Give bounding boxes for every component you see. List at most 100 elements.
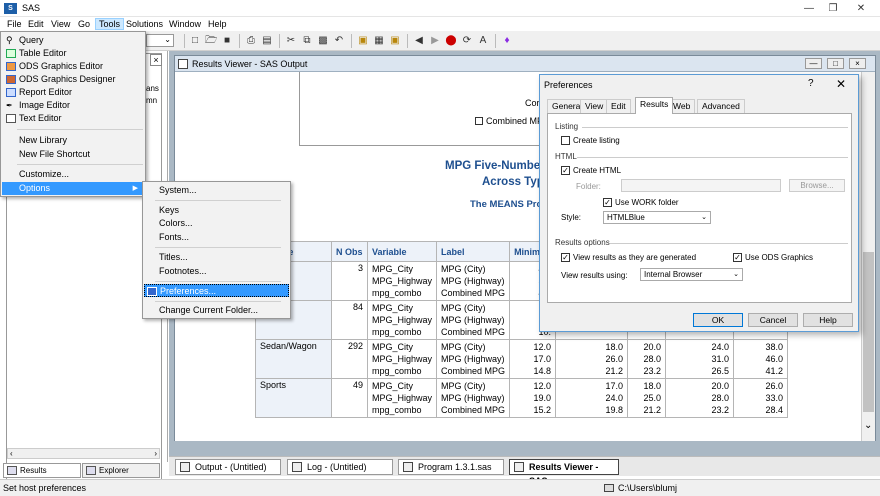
menu-item-new-library[interactable]: New Library [2, 134, 144, 147]
dialog-close-icon[interactable]: ✕ [836, 77, 846, 91]
label-cell-value: MPG (City) [441, 303, 486, 313]
results-viewer-title: Results Viewer - SAS Output [192, 59, 308, 69]
menu-item-options[interactable]: Options ▶ [2, 182, 144, 195]
label-cell-value: MPG (City) [441, 381, 486, 391]
menu-item-customize[interactable]: Customize... [2, 168, 144, 181]
view-results-generated-checkbox[interactable]: ✓ View results as they are generated [561, 253, 696, 263]
current-folder[interactable]: C:\Users\blumj [604, 483, 677, 493]
tab-explorer[interactable]: Explorer [82, 463, 160, 478]
minimum-cell-value: 15.2 [533, 405, 552, 415]
cut-icon[interactable]: ✂ [285, 35, 297, 47]
rv-maximize-icon[interactable]: □ [827, 58, 844, 69]
checkbox-box [561, 136, 570, 145]
menu-separator [17, 129, 143, 130]
tab-advanced[interactable]: Advanced [697, 99, 745, 113]
menu-item-query[interactable]: ⚲ Query [2, 34, 144, 47]
menu-item-colors[interactable]: Colors... [144, 217, 289, 230]
new-icon[interactable]: □ [189, 35, 201, 47]
close-pane-icon[interactable]: × [150, 54, 162, 66]
forward-icon[interactable]: ▶ [429, 35, 441, 47]
chevron-down-icon[interactable]: ⌄ [164, 35, 171, 44]
cancel-button[interactable]: Cancel [748, 313, 798, 327]
task-log[interactable]: Log - (Untitled) [287, 459, 393, 475]
ok-button[interactable]: OK [693, 313, 743, 327]
menu-solutions[interactable]: Solutions [123, 18, 166, 30]
tab-results[interactable]: Results [3, 463, 81, 478]
menu-item-system[interactable]: System... [144, 184, 289, 197]
tab-view[interactable]: View [580, 99, 609, 113]
menu-item-label: New Library [19, 135, 68, 145]
view-results-using-value: Internal Browser [644, 270, 703, 279]
menu-item-image-editor[interactable]: ✒ Image Editor [2, 99, 144, 112]
style-select[interactable]: HTMLBlue ⌄ [603, 211, 711, 224]
dialog-help-icon[interactable]: ? [808, 78, 814, 89]
restore-icon[interactable]: ❐ [824, 2, 842, 15]
scroll-thumb[interactable] [863, 252, 874, 412]
task-log-label: Log - (Untitled) [307, 462, 367, 472]
task-program[interactable]: Program 1.3.1.sas [398, 459, 504, 475]
browse-button[interactable]: Browse... [789, 179, 845, 192]
menu-view[interactable]: View [48, 18, 73, 30]
results-viewer-titlebar[interactable]: Results Viewer - SAS Output — □ × [175, 56, 875, 72]
task-results-viewer[interactable]: Results Viewer - SAS ... [509, 459, 619, 486]
variable-cell-value: mpg_combo [372, 366, 422, 376]
explorer-icon[interactable]: ▦ [373, 35, 385, 47]
checkmark-icon: ✓ [733, 253, 742, 262]
stop-icon[interactable]: ⬤ [445, 35, 457, 47]
back-icon[interactable]: ◀ [413, 35, 425, 47]
menu-tools[interactable]: Tools [95, 18, 125, 30]
tab-edit[interactable]: Edit [606, 99, 631, 113]
menu-item-text-editor[interactable]: Text Editor [2, 112, 144, 125]
task-output[interactable]: Output - (Untitled) [175, 459, 281, 475]
use-work-folder-checkbox[interactable]: ✓ Use WORK folder [603, 198, 679, 208]
scroll-left-icon[interactable]: ‹ [10, 449, 13, 458]
create-html-checkbox[interactable]: ✓ Create HTML [561, 166, 621, 176]
menu-item-table-editor[interactable]: Table Editor [2, 47, 144, 60]
open-icon[interactable]: 🗁 [205, 35, 217, 47]
horizontal-scrollbar[interactable]: ‹ › [7, 448, 160, 459]
stat-cell-value: 24.0 [605, 393, 624, 403]
font-icon[interactable]: A [477, 35, 489, 47]
menu-item-preferences[interactable]: Preferences... [144, 284, 289, 297]
menu-file[interactable]: File [4, 18, 25, 30]
refresh-icon[interactable]: ⟳ [461, 35, 473, 47]
help-button[interactable]: Help [803, 313, 853, 327]
menu-item-ods-graphics-designer[interactable]: ODS Graphics Designer [2, 73, 144, 86]
menu-item-ods-graphics-editor[interactable]: ODS Graphics Editor [2, 60, 144, 73]
paste-icon[interactable]: ▩ [317, 35, 329, 47]
folder-input[interactable] [621, 179, 781, 192]
menu-help[interactable]: Help [205, 18, 230, 30]
menu-edit[interactable]: Edit [25, 18, 47, 30]
menu-item-footnotes[interactable]: Footnotes... [144, 265, 289, 278]
copy-icon[interactable]: ⧉ [301, 35, 313, 47]
use-ods-graphics-checkbox[interactable]: ✓ Use ODS Graphics [733, 253, 813, 263]
menu-item-titles[interactable]: Titles... [144, 251, 289, 264]
minimize-icon[interactable]: — [800, 2, 818, 15]
menu-go[interactable]: Go [75, 18, 93, 30]
scroll-right-icon[interactable]: › [154, 449, 157, 458]
menu-item-new-file-shortcut[interactable]: New File Shortcut [2, 148, 144, 161]
vertical-scrollbar[interactable]: ⌄ [861, 72, 875, 441]
print-preview-icon[interactable]: ▤ [261, 35, 273, 47]
tab-results[interactable]: Results [635, 97, 674, 114]
scroll-down-icon[interactable]: ⌄ [864, 420, 872, 431]
rv-minimize-icon[interactable]: — [805, 58, 822, 69]
menu-item-fonts[interactable]: Fonts... [144, 231, 289, 244]
print-icon[interactable]: ⎙ [245, 35, 257, 47]
create-listing-checkbox[interactable]: Create listing [561, 136, 620, 146]
menu-item-change-current-folder[interactable]: Change Current Folder... [144, 304, 289, 317]
library-icon[interactable]: ▣ [357, 35, 369, 47]
command-box[interactable]: ⌄ [146, 34, 174, 47]
stat-cell-value: 41.2 [765, 366, 784, 376]
menu-item-label: Titles... [159, 252, 188, 262]
menu-window[interactable]: Window [166, 18, 204, 30]
rv-close-icon[interactable]: × [849, 58, 866, 69]
view-results-using-select[interactable]: Internal Browser ⌄ [640, 268, 743, 281]
menu-item-keys[interactable]: Keys [144, 204, 289, 217]
save-icon[interactable]: ■ [221, 35, 233, 47]
undo-icon[interactable]: ↶ [333, 35, 345, 47]
help-book-icon[interactable]: ♦ [501, 35, 513, 47]
folder-icon[interactable]: ▣ [389, 35, 401, 47]
menu-item-report-editor[interactable]: Report Editor [2, 86, 144, 99]
close-icon[interactable]: ✕ [852, 2, 870, 15]
